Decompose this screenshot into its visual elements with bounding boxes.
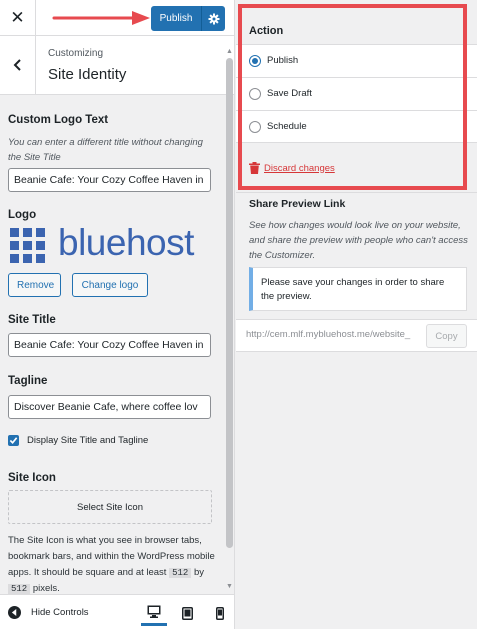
tablet-icon — [181, 606, 193, 620]
display-title-tagline-checkbox[interactable] — [8, 435, 19, 446]
scroll-up-icon[interactable]: ▲ — [226, 48, 233, 55]
site-icon-height-code: 512 — [8, 584, 31, 594]
logo-image: bluehost — [8, 222, 213, 263]
gear-icon — [208, 13, 219, 24]
breadcrumb: Customizing — [48, 48, 104, 59]
copy-link-button[interactable]: Copy — [426, 324, 467, 348]
tagline-label: Tagline — [8, 375, 48, 387]
discard-changes-row[interactable]: Discard changes — [249, 162, 335, 174]
share-preview-title: Share Preview Link — [249, 198, 346, 210]
select-site-icon-button[interactable]: Select Site Icon — [8, 490, 212, 524]
site-identity-controls: Custom Logo Text You can enter a differe… — [0, 96, 224, 594]
site-icon-title: Site Icon — [8, 472, 56, 484]
site-title-input[interactable]: Beanie Cafe: Your Cozy Coffee Haven in — [8, 333, 211, 357]
publish-settings-panel: Action Publish Save Draft Schedule Disca… — [236, 0, 477, 629]
share-preview-notice: Please save your changes in order to sha… — [249, 267, 467, 311]
tagline-input[interactable]: Discover Beanie Cafe, where coffee lov — [8, 395, 211, 419]
action-option-publish[interactable]: Publish — [236, 44, 477, 77]
site-title-label: Site Title — [8, 314, 56, 326]
back-button[interactable] — [0, 36, 36, 94]
trash-icon — [249, 162, 260, 174]
site-icon-desc-end: pixels. — [32, 583, 60, 594]
close-customizer-button[interactable]: ✕ — [0, 0, 36, 36]
site-icon-description: The Site Icon is what you see in browser… — [8, 533, 218, 597]
close-icon: ✕ — [10, 8, 25, 27]
action-option-save-draft[interactable]: Save Draft — [236, 77, 477, 110]
change-logo-button[interactable]: Change logo — [72, 273, 148, 297]
annotation-arrow-icon — [52, 11, 150, 25]
chevron-left-icon — [13, 59, 21, 71]
publish-radio-label[interactable]: Publish — [267, 55, 298, 66]
action-section: Action Publish Save Draft Schedule Disca… — [236, 0, 477, 193]
share-preview-link-row: http://cem.mlf.mybluehost.me/website_ Co… — [236, 319, 477, 352]
scroll-down-icon[interactable]: ▼ — [226, 583, 233, 590]
hide-controls-icon[interactable] — [8, 606, 21, 619]
checkmark-icon — [9, 437, 18, 444]
action-title: Action — [249, 25, 284, 37]
share-preview-description: See how changes would look live on your … — [249, 220, 468, 261]
publish-settings-button[interactable] — [201, 6, 225, 31]
logo-wordmark: bluehost — [58, 222, 194, 263]
schedule-radio-label[interactable]: Schedule — [267, 121, 307, 132]
action-option-schedule[interactable]: Schedule — [236, 110, 477, 143]
publish-radio[interactable] — [249, 55, 261, 67]
scrollbar-thumb[interactable] — [226, 58, 233, 548]
custom-logo-text-description: You can enter a different title without … — [8, 137, 203, 163]
arrow-left-icon — [11, 609, 17, 616]
save-draft-radio-label[interactable]: Save Draft — [267, 88, 312, 99]
discard-changes-link[interactable]: Discard changes — [264, 163, 335, 174]
sidebar-scrollbar[interactable]: ▲ ▼ — [224, 48, 234, 593]
publish-button[interactable]: Publish — [151, 6, 201, 31]
custom-logo-text-input[interactable]: Beanie Cafe: Your Cozy Coffee Haven in — [8, 168, 211, 192]
page-title: Site Identity — [48, 66, 127, 83]
site-icon-by-text: by — [193, 567, 204, 578]
schedule-radio[interactable] — [249, 121, 261, 133]
preview-mobile-button[interactable] — [207, 600, 233, 626]
custom-logo-text-title: Custom Logo Text — [8, 114, 109, 126]
customizer-sidebar: ✕ Publish Customizing Site Identity ▲ ▼ … — [0, 0, 235, 629]
desktop-icon — [147, 605, 161, 618]
section-header: Customizing Site Identity — [0, 36, 234, 95]
preview-tablet-button[interactable] — [174, 600, 200, 626]
customizer-header: ✕ Publish — [0, 0, 234, 36]
hide-controls-button[interactable]: Hide Controls — [31, 607, 89, 618]
site-icon-width-code: 512 — [169, 568, 192, 578]
bluehost-grid-icon — [10, 228, 45, 263]
logo-title: Logo — [8, 209, 37, 221]
customizer-footer: Hide Controls — [0, 594, 234, 629]
share-preview-url[interactable]: http://cem.mlf.mybluehost.me/website_ — [246, 329, 422, 340]
remove-logo-button[interactable]: Remove — [8, 273, 61, 297]
save-draft-radio[interactable] — [249, 88, 261, 100]
display-title-tagline-label[interactable]: Display Site Title and Tagline — [27, 435, 148, 446]
preview-desktop-button[interactable] — [141, 600, 167, 626]
mobile-icon — [216, 606, 224, 620]
